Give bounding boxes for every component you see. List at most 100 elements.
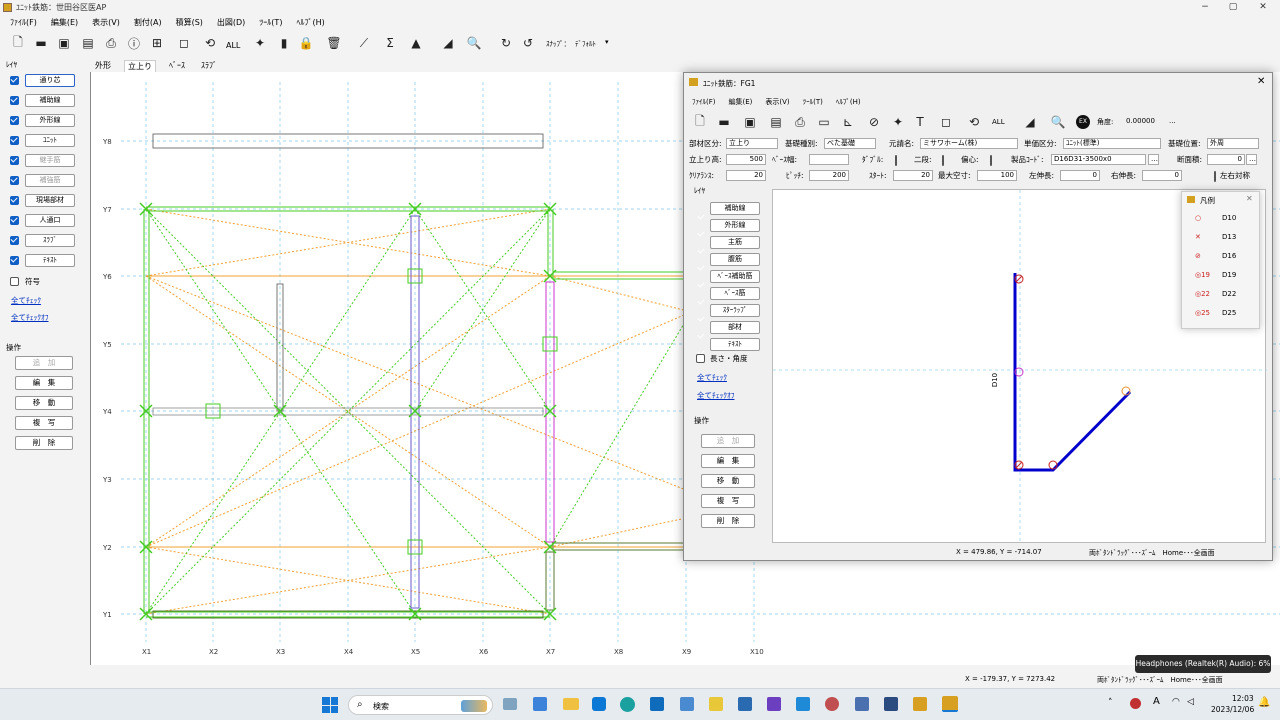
info-icon[interactable]: ⓘ (126, 35, 142, 51)
sub-op-button[interactable]: 複 写 (701, 494, 755, 508)
line-tool-icon[interactable]: ⟋ (356, 35, 372, 51)
sub-layer-button[interactable]: 補助線 (710, 202, 760, 215)
tab-outline[interactable]: 外形 (92, 60, 114, 72)
layer-row[interactable]: ｽﾗﾌﾞ (10, 233, 75, 247)
clock-time[interactable]: 12:03 (1232, 694, 1254, 703)
tray-app-icon[interactable] (1130, 698, 1141, 709)
legend-close-button[interactable]: ✕ (1246, 194, 1253, 203)
layer-row[interactable]: 補強筋 (10, 173, 75, 187)
sub-op-button[interactable]: 編 集 (701, 454, 755, 468)
layer-row[interactable]: 補助線 (10, 93, 75, 107)
op-button[interactable]: 編 集 (15, 376, 73, 390)
layer-checkbox[interactable] (10, 115, 19, 125)
line-style-icon[interactable]: ◢ (1022, 114, 1038, 130)
delete-icon[interactable]: 🗑 (326, 35, 342, 51)
henshin-checkbox[interactable] (990, 155, 992, 166)
undo-icon[interactable]: ↺ (520, 35, 536, 51)
snap-select[interactable]: ﾃﾞﾌｫﾙﾄ (575, 39, 596, 49)
layer-button[interactable]: 現場部材 (25, 193, 75, 207)
speaker-icon[interactable]: ◁ (1187, 697, 1194, 707)
op-button[interactable]: 削 除 (15, 436, 73, 450)
outlook-icon[interactable] (650, 697, 664, 711)
tray-chevron-icon[interactable]: ˄ (1108, 698, 1113, 708)
symmetric-checkbox[interactable] (1214, 171, 1216, 182)
wifi-icon[interactable]: ◠ (1172, 697, 1180, 707)
menu-help[interactable]: ﾍﾙﾌﾟ(H) (296, 15, 324, 30)
layer-button[interactable]: ｽﾗﾌﾞ (25, 233, 75, 247)
symbol-row[interactable]: 符号 (10, 274, 40, 288)
start-input[interactable]: 20 (893, 170, 933, 181)
sub-close-button[interactable]: ✕ (1257, 76, 1265, 87)
save-icon[interactable]: ▣ (742, 114, 758, 130)
layer-row[interactable]: 人通口 (10, 213, 75, 227)
minimize-button[interactable]: − (1192, 0, 1218, 15)
menu-assign[interactable]: 割付(A) (134, 15, 162, 30)
nidan-checkbox[interactable] (942, 155, 944, 166)
double-checkbox[interactable] (895, 155, 897, 166)
visual-studio-icon[interactable] (767, 697, 781, 711)
sub-menu-tools[interactable]: ﾂｰﾙ(T) (803, 97, 823, 107)
highlight-icon[interactable]: ▮ (276, 35, 292, 51)
more-button[interactable]: ... (1169, 117, 1176, 125)
sub-layer-button[interactable]: ﾍﾞｰｽ筋 (710, 287, 760, 300)
layer-button[interactable]: ﾃｷｽﾄ (25, 253, 75, 267)
task-view-icon[interactable] (503, 698, 517, 710)
angle-value[interactable]: 0.00000 (1126, 117, 1155, 125)
tanka-select[interactable]: ﾕﾆｯﾄ(標準) (1063, 138, 1161, 149)
layer-checkbox[interactable] (10, 135, 19, 145)
menu-view[interactable]: 表示(V) (92, 15, 120, 30)
dan-browse-button[interactable]: … (1246, 154, 1257, 165)
start-icon[interactable] (322, 697, 338, 713)
layer-button[interactable]: ﾕﾆｯﾄ (25, 133, 75, 147)
file-explorer-icon[interactable] (563, 698, 579, 710)
sub-uncheck-all-link[interactable]: 全てﾁｪｯｸｵﾌ (697, 390, 735, 401)
app-pin-icon-5[interactable] (825, 697, 839, 711)
save-as-icon[interactable]: ▤ (80, 35, 96, 51)
moto-select[interactable]: ミサワホーム(株) (920, 138, 1018, 149)
ime-indicator[interactable]: A (1153, 696, 1160, 707)
layer-button[interactable]: 補助線 (25, 93, 75, 107)
grid-icon[interactable]: ⊞ (149, 35, 165, 51)
ruler-icon[interactable]: ⊾ (840, 114, 856, 130)
sub-menu-file[interactable]: ﾌｧｲﾙ(F) (692, 97, 716, 107)
all-label[interactable]: ALL (226, 41, 240, 50)
line-style-icon[interactable]: ◢ (440, 35, 456, 51)
maximize-button[interactable]: ▢ (1220, 0, 1246, 15)
app-pin-icon-6[interactable] (855, 697, 869, 711)
pitch-input[interactable]: 200 (809, 170, 849, 181)
chevron-down-icon[interactable]: ▾ (605, 38, 609, 46)
layer-button[interactable]: 補強筋 (25, 173, 75, 187)
length-row[interactable]: 長さ・角度 (696, 353, 748, 364)
op-button[interactable]: 移 動 (15, 396, 73, 410)
layer-checkbox[interactable] (10, 235, 19, 245)
fill-icon[interactable]: ▲ (408, 35, 424, 51)
lock-icon[interactable]: 🔒 (298, 35, 314, 51)
layer-button[interactable]: 外形線 (25, 113, 75, 127)
taskbar-search[interactable]: ⌕ 検索 (348, 695, 493, 715)
layer-checkbox[interactable] (10, 95, 19, 105)
layer-row[interactable]: 現場部材 (10, 193, 75, 207)
menu-drawing[interactable]: 出図(D) (217, 15, 245, 30)
rotate-view-icon[interactable]: ⟲ (966, 114, 982, 130)
sub-check-all-link[interactable]: 全てﾁｪｯｸ (697, 372, 727, 383)
uncheck-all-link[interactable]: 全てﾁｪｯｸｵﾌ (11, 312, 49, 323)
left-ext-input[interactable]: 0 (1060, 170, 1100, 181)
dan-input[interactable]: 0 (1207, 154, 1245, 165)
menu-edit[interactable]: 編集(E) (51, 15, 78, 30)
zoom-icon[interactable]: 🔍 (466, 35, 482, 51)
layer-row[interactable]: 継手筋 (10, 153, 75, 167)
code-input[interactable]: D16D31-3500x0 (1051, 154, 1146, 165)
app-pin-icon-7[interactable] (884, 697, 898, 711)
sub-op-button[interactable]: 削 除 (701, 514, 755, 528)
new-file-icon[interactable]: 🗋 (10, 35, 26, 51)
menu-file[interactable]: ﾌｧｲﾙ(F) (10, 15, 37, 30)
layer-checkbox[interactable] (10, 215, 19, 225)
op-button[interactable]: 複 写 (15, 416, 73, 430)
save-icon[interactable]: ▣ (56, 35, 72, 51)
op-button[interactable]: 追 加 (15, 356, 73, 370)
sub-menu-help[interactable]: ﾍﾙﾌﾟ(H) (836, 97, 861, 107)
app-pin-icon-active[interactable] (942, 696, 958, 712)
buzai-select[interactable]: 立上り (726, 138, 778, 149)
sub-layer-button[interactable]: ﾍﾞｰｽ補助筋 (710, 270, 760, 283)
sub-all-label[interactable]: ALL (992, 118, 1005, 126)
